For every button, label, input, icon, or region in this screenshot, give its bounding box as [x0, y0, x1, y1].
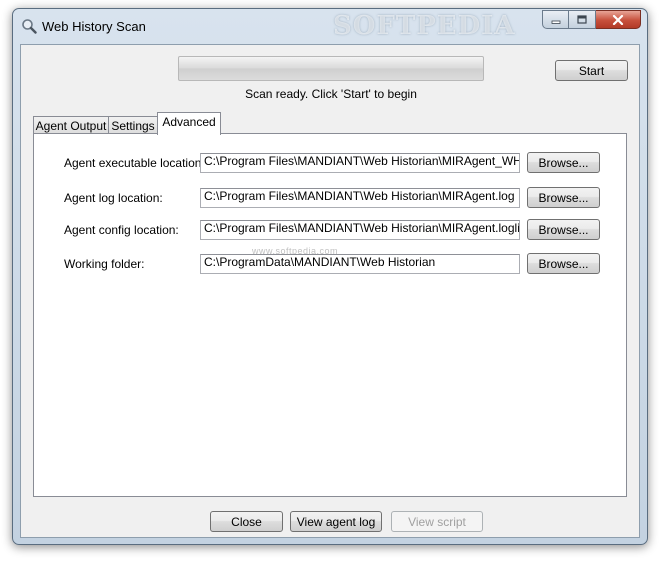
- caption-buttons: [542, 10, 641, 29]
- view-script-button[interactable]: View script: [391, 511, 483, 532]
- close-icon: [612, 14, 624, 25]
- agent-log-field[interactable]: C:\Program Files\MANDIANT\Web Historian\…: [200, 188, 520, 208]
- tab-settings[interactable]: Settings: [108, 116, 158, 134]
- start-button[interactable]: Start: [555, 60, 628, 81]
- browse-executable-button[interactable]: Browse...: [527, 152, 600, 173]
- advanced-panel: Agent executable location: C:\Program Fi…: [33, 133, 627, 497]
- client-area: Scan ready. Click 'Start' to begin Start…: [20, 44, 640, 538]
- working-folder-field[interactable]: C:\ProgramData\MANDIANT\Web Historian: [200, 254, 520, 274]
- magnifier-icon: [22, 19, 37, 34]
- tab-advanced[interactable]: Advanced: [157, 112, 221, 135]
- agent-executable-field[interactable]: C:\Program Files\MANDIANT\Web Historian\…: [200, 153, 520, 173]
- softpedia-watermark: SOFTPEDIA: [333, 11, 516, 41]
- agent-config-label: Agent config location:: [64, 223, 179, 237]
- browse-config-button[interactable]: Browse...: [527, 219, 600, 240]
- working-folder-label: Working folder:: [64, 257, 145, 271]
- tab-agent-output[interactable]: Agent Output: [33, 116, 109, 134]
- maximize-button[interactable]: [569, 10, 596, 29]
- agent-log-label: Agent log location:: [64, 191, 163, 205]
- maximize-icon: [577, 15, 587, 24]
- browse-log-button[interactable]: Browse...: [527, 187, 600, 208]
- scan-progress-bar: [178, 56, 484, 81]
- app-window: Web History Scan SOFTPEDIA Scan ready. C…: [12, 8, 648, 545]
- agent-config-field[interactable]: C:\Program Files\MANDIANT\Web Historian\…: [200, 220, 520, 240]
- view-agent-log-button[interactable]: View agent log: [290, 511, 382, 532]
- scan-status-text: Scan ready. Click 'Start' to begin: [245, 87, 417, 101]
- minimize-icon: [551, 20, 560, 24]
- minimize-button[interactable]: [542, 10, 569, 29]
- close-window-button[interactable]: [596, 10, 641, 29]
- close-button[interactable]: Close: [210, 511, 283, 532]
- title-bar[interactable]: Web History Scan SOFTPEDIA: [13, 9, 647, 45]
- window-title: Web History Scan: [42, 19, 146, 34]
- agent-executable-label: Agent executable location:: [64, 156, 205, 170]
- browse-working-folder-button[interactable]: Browse...: [527, 253, 600, 274]
